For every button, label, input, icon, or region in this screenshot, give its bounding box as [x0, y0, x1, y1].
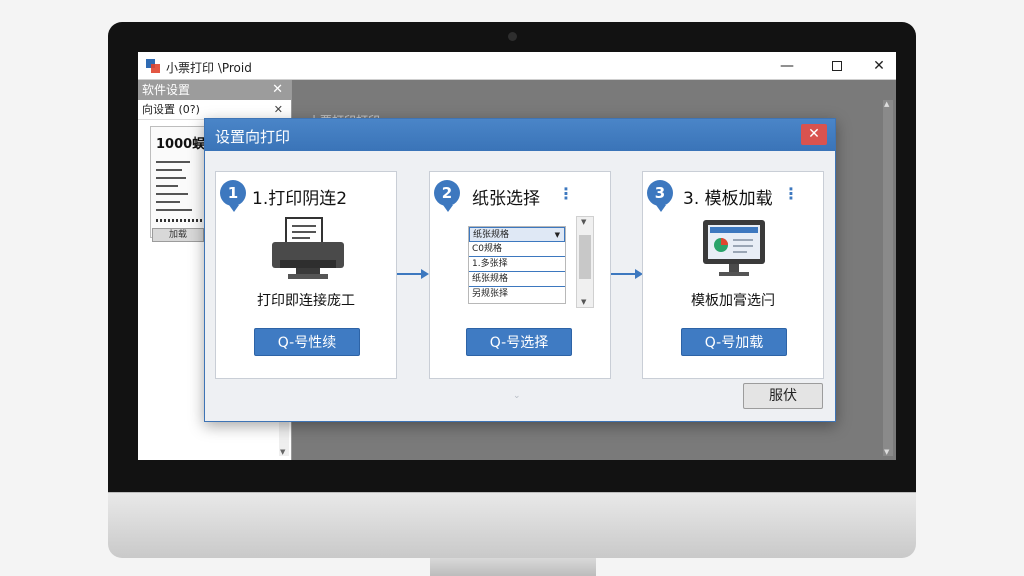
step-number-badge: 2 — [434, 180, 460, 212]
side-panel-close-button[interactable]: ✕ — [272, 80, 283, 100]
minimize-button[interactable]: — — [772, 56, 802, 76]
maximize-icon — [832, 61, 842, 71]
receipt-line — [156, 177, 186, 179]
printer-icon — [268, 216, 348, 286]
template-monitor-icon — [701, 218, 767, 282]
side-panel-sub-close-button[interactable]: ✕ — [274, 100, 283, 120]
chevron-down-icon: ⌄ — [513, 391, 521, 401]
paper-option[interactable]: 另规张择 — [469, 287, 565, 302]
arrow-right-icon — [397, 264, 429, 283]
dropdown-arrow-icon: ▼ — [554, 231, 560, 239]
side-panel-subheader: 向设置 (0?) ✕ — [138, 100, 291, 120]
receipt-line — [156, 169, 182, 171]
receipt-line — [156, 201, 180, 203]
receipt-line — [156, 185, 178, 187]
scroll-down-icon[interactable]: ▼ — [581, 298, 586, 306]
step-card-printer: 1 1.打印阴连2 打印即连接庞工 Q-号性续 — [215, 171, 397, 379]
main-scrollbar[interactable]: ▲ ▼ — [883, 100, 893, 456]
app-logo-icon — [146, 59, 160, 73]
step-caption: 打印即连接庞工 — [257, 293, 355, 309]
receipt-line — [156, 161, 190, 163]
close-window-button[interactable]: ✕ — [864, 56, 894, 76]
more-dots-icon[interactable]: ⋮ — [783, 184, 799, 203]
paper-list-scrollbar[interactable]: ▼ ▼ — [576, 216, 594, 308]
camera-dot — [508, 32, 517, 41]
step-number-badge: 3 — [647, 180, 673, 212]
step-card-paper: 2 纸张选择 ⋮ 纸张规格 ▼ C0规格 1.多张择 纸张规格 另规张择 ▼ ▼ … — [429, 171, 611, 379]
scroll-up-icon[interactable]: ▲ — [884, 100, 889, 108]
screen: 小票打印 \Proid — ✕ 软件设置 ✕ 向设置 (0?) ✕ 1000蜈 … — [138, 52, 896, 460]
dialog-title: 设置向打印 — [215, 128, 291, 146]
paper-option[interactable]: 纸张规格 — [469, 272, 565, 287]
arrow-right-icon — [611, 264, 643, 283]
step-action-button[interactable]: Q-号选择 — [466, 328, 572, 356]
window-titlebar: 小票打印 \Proid — ✕ — [138, 52, 896, 80]
dialog-footer-button[interactable]: 服伏 — [743, 383, 823, 409]
step-action-button[interactable]: Q-号性续 — [254, 328, 360, 356]
receipt-load-button[interactable]: 加载 — [152, 228, 204, 242]
dialog-titlebar: 设置向打印 ✕ — [205, 119, 835, 151]
step-number-badge: 1 — [220, 180, 246, 212]
window-title: 小票打印 \Proid — [166, 61, 252, 75]
receipt-line — [156, 193, 188, 195]
step-caption: 模板加膏选闩 — [691, 293, 775, 309]
step-title: 纸张选择 — [472, 189, 540, 209]
side-panel-title: 软件设置 — [142, 83, 191, 97]
monitor-stand — [430, 558, 596, 576]
step-action-button[interactable]: Q-号加载 — [681, 328, 787, 356]
dialog-close-button[interactable]: ✕ — [801, 124, 827, 145]
more-dots-icon[interactable]: ⋮ — [558, 184, 574, 203]
scroll-down-icon[interactable]: ▼ — [280, 448, 285, 456]
scroll-up-icon[interactable]: ▼ — [581, 218, 586, 226]
step-title: 3. 模板加载 — [683, 189, 773, 209]
paper-option[interactable]: 1.多张择 — [469, 257, 565, 272]
paper-size-list[interactable]: 纸张规格 ▼ C0规格 1.多张择 纸张规格 另规张择 — [468, 226, 566, 304]
monitor-chin — [108, 492, 916, 558]
side-panel-subtitle: 向设置 (0?) — [142, 103, 200, 116]
receipt-line — [156, 209, 192, 211]
step-title: 1.打印阴连2 — [252, 189, 348, 209]
setup-print-dialog: 设置向打印 ✕ 1 1.打印阴连2 打印即连接庞工 Q-号性续 2 纸张选择 ⋮… — [204, 118, 836, 422]
side-panel-header: 软件设置 ✕ — [138, 80, 291, 100]
step-card-template: 3 3. 模板加载 ⋮ 模板加膏选闩 Q-号加载 — [642, 171, 824, 379]
maximize-button[interactable] — [822, 56, 852, 76]
scroll-down-icon[interactable]: ▼ — [884, 448, 889, 456]
paper-option[interactable]: C0规格 — [469, 242, 565, 257]
paper-option[interactable]: 纸张规格 ▼ — [469, 227, 565, 242]
scroll-thumb[interactable] — [579, 235, 591, 279]
